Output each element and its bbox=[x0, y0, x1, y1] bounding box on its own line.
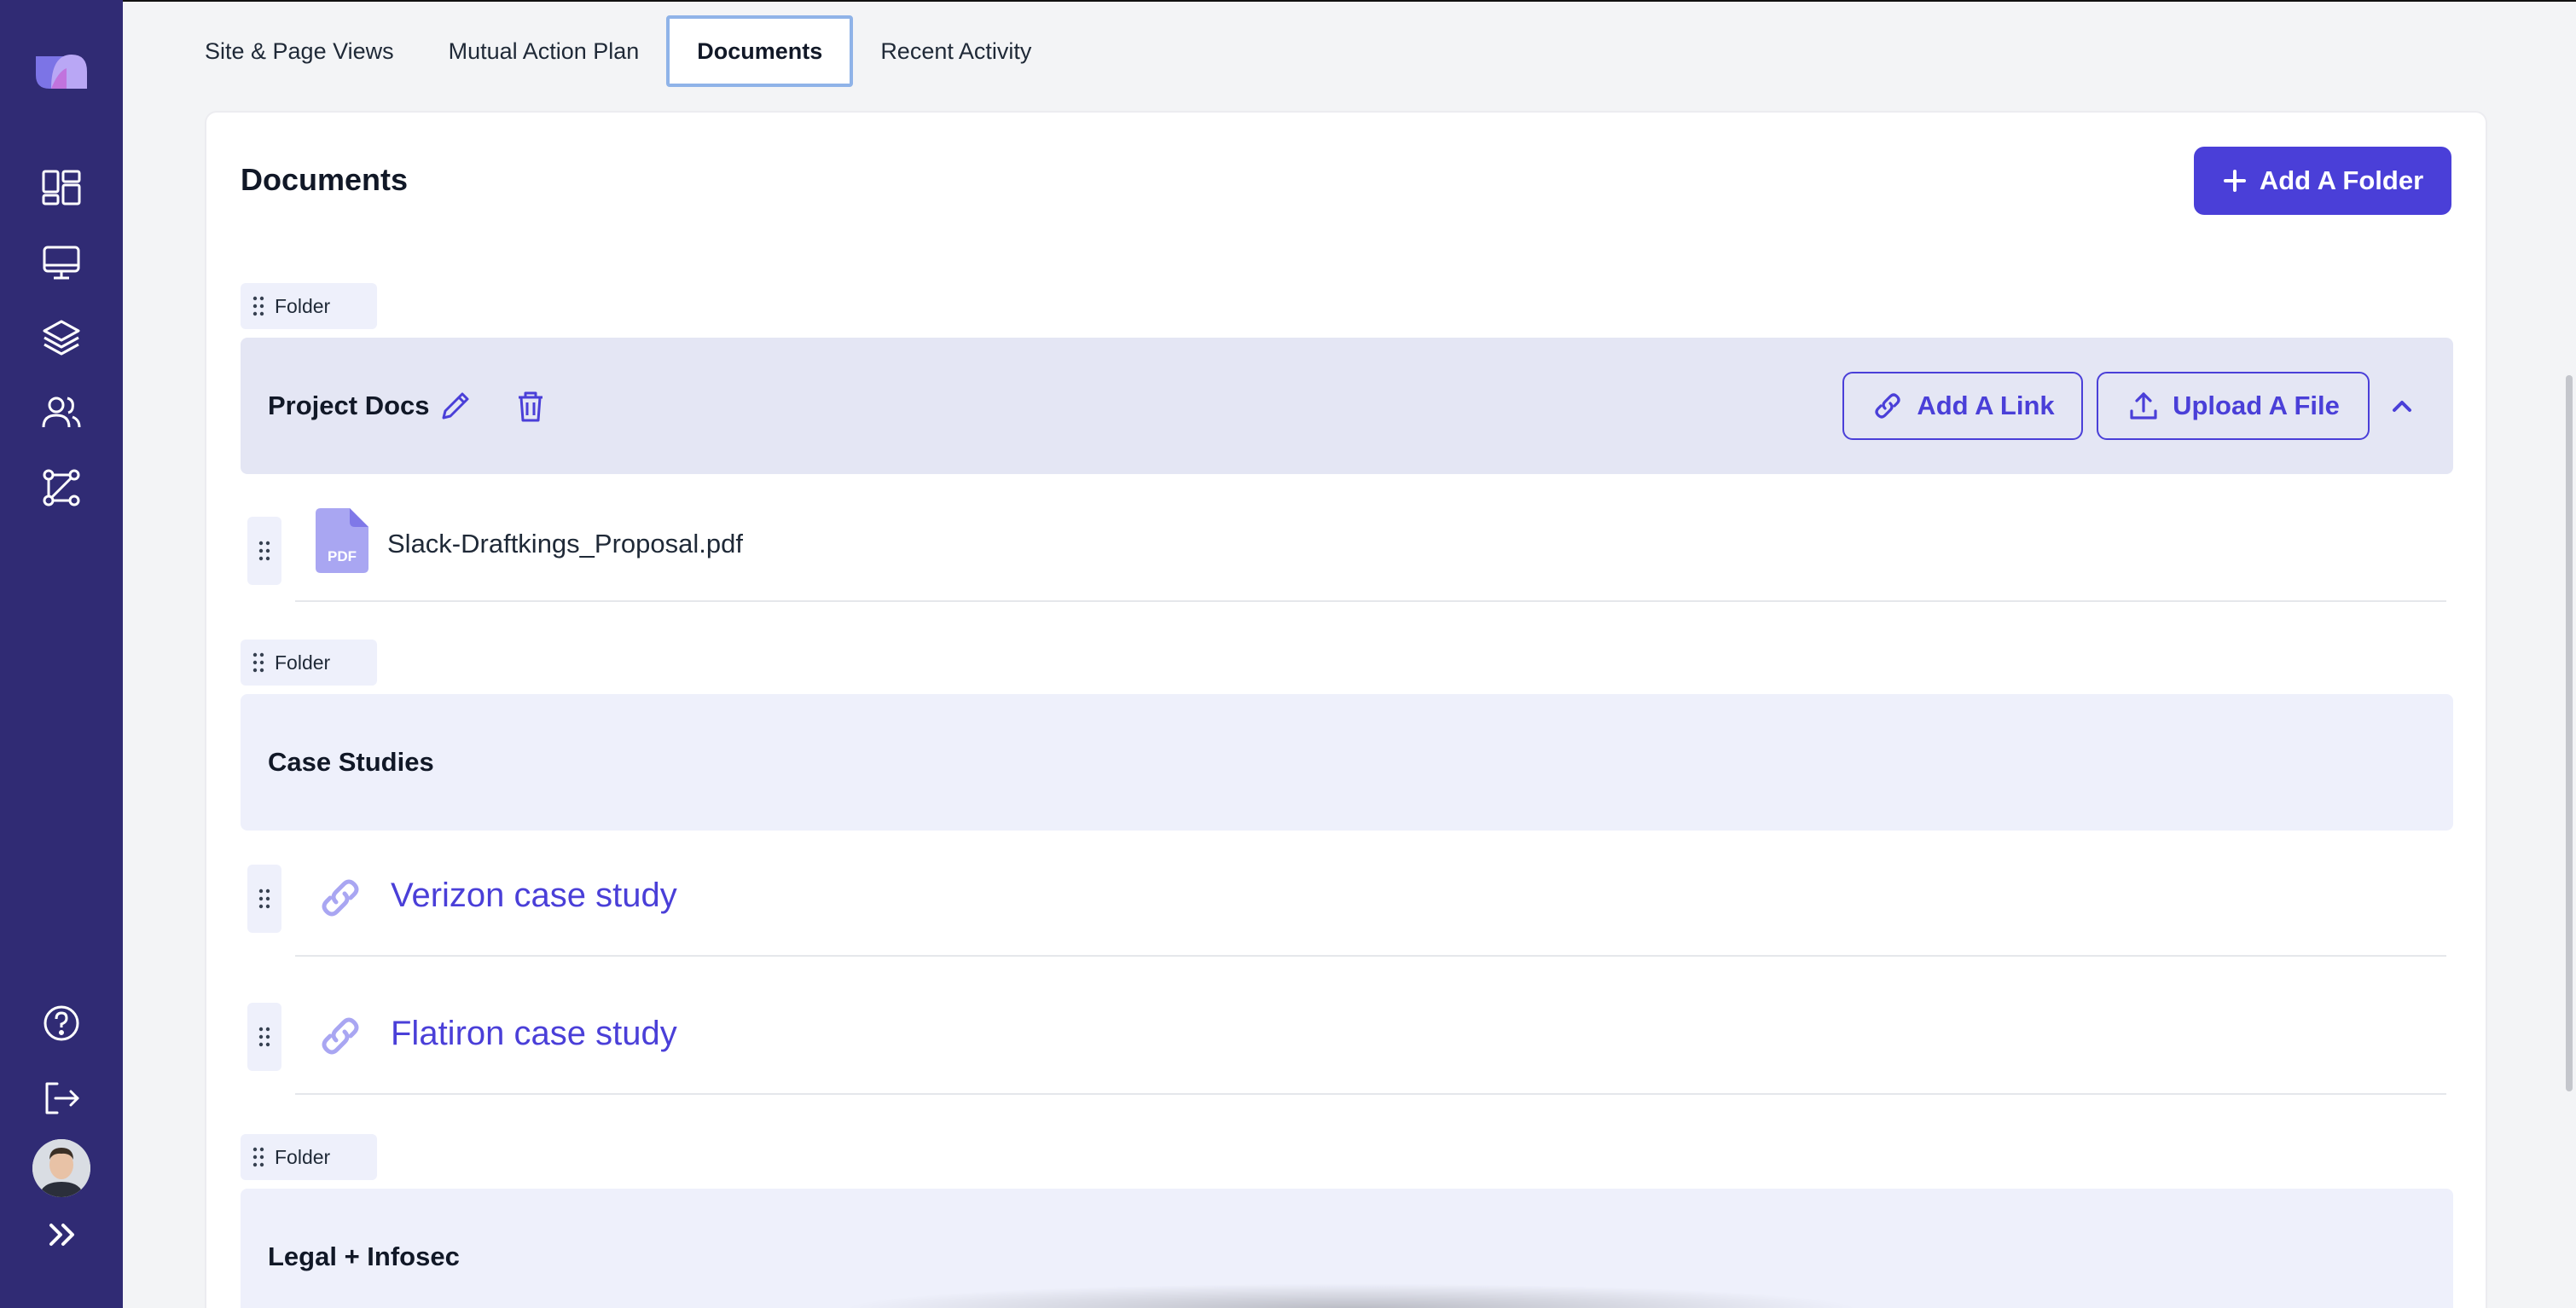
list-item[interactable]: PDF Slack-Draftkings_Proposal.pdf bbox=[241, 474, 2453, 602]
plus-icon bbox=[2223, 170, 2246, 192]
page-title: Documents bbox=[241, 162, 409, 197]
folder-tag-label: Folder bbox=[275, 294, 331, 317]
drag-handle-icon[interactable] bbox=[247, 517, 281, 585]
list-item[interactable]: Verizon case study bbox=[241, 831, 2453, 958]
tab-site-page-views[interactable]: Site & Page Views bbox=[205, 15, 421, 87]
folder-drag-handle[interactable]: Folder bbox=[241, 640, 377, 686]
drag-handle-icon bbox=[252, 296, 264, 316]
divider bbox=[295, 600, 2446, 602]
folder-name: Case Studies bbox=[268, 747, 434, 777]
tab-documents[interactable]: Documents bbox=[666, 15, 854, 87]
top-border bbox=[123, 0, 2576, 2]
main-content: Site & Page Views Mutual Action Plan Doc… bbox=[123, 0, 2576, 1308]
folder-name: Project Docs bbox=[268, 391, 430, 420]
expand-icon[interactable] bbox=[36, 1209, 87, 1260]
drag-handle-icon[interactable] bbox=[247, 865, 281, 933]
drag-handle-icon bbox=[252, 1147, 264, 1167]
list-item[interactable]: Flatiron case study bbox=[241, 969, 2453, 1097]
upload-file-label: Upload A File bbox=[2173, 391, 2340, 420]
pencil-icon[interactable] bbox=[430, 380, 481, 431]
sidebar bbox=[0, 0, 123, 1308]
monitor-icon[interactable] bbox=[36, 237, 87, 288]
folder-header[interactable]: Case Studies bbox=[241, 694, 2453, 831]
help-icon[interactable] bbox=[36, 998, 87, 1049]
tab-bar: Site & Page Views Mutual Action Plan Doc… bbox=[205, 15, 1059, 87]
add-folder-label: Add A Folder bbox=[2259, 165, 2424, 195]
folder-name: Legal + Infosec bbox=[268, 1241, 460, 1271]
layers-icon[interactable] bbox=[36, 312, 87, 363]
tab-mutual-action-plan[interactable]: Mutual Action Plan bbox=[421, 15, 667, 87]
add-link-button[interactable]: Add A Link bbox=[1842, 372, 2083, 440]
folder-header[interactable]: Project Docs Add A Link Upload A File bbox=[241, 338, 2453, 474]
documents-panel: Documents Add A Folder Folder Project Do… bbox=[205, 111, 2487, 1308]
floating-panel-shadow bbox=[839, 1283, 1863, 1308]
file-name[interactable]: Slack-Draftkings_Proposal.pdf bbox=[387, 529, 743, 559]
link-icon bbox=[322, 1017, 359, 1055]
workflow-icon[interactable] bbox=[36, 462, 87, 513]
add-folder-button[interactable]: Add A Folder bbox=[2194, 147, 2451, 215]
avatar[interactable] bbox=[32, 1139, 90, 1197]
tab-recent-activity[interactable]: Recent Activity bbox=[853, 15, 1059, 87]
trash-icon[interactable] bbox=[505, 380, 556, 431]
scrollbar[interactable] bbox=[2566, 375, 2573, 1091]
logout-icon[interactable] bbox=[36, 1073, 87, 1124]
link-icon bbox=[1875, 393, 1900, 419]
link-title[interactable]: Verizon case study bbox=[391, 877, 677, 915]
folder-drag-handle[interactable]: Folder bbox=[241, 283, 377, 329]
drag-handle-icon[interactable] bbox=[247, 1003, 281, 1071]
chevron-up-icon[interactable] bbox=[2385, 389, 2419, 423]
folder-drag-handle[interactable]: Folder bbox=[241, 1134, 377, 1180]
logo-icon[interactable] bbox=[32, 49, 90, 92]
link-icon bbox=[322, 879, 359, 917]
link-title[interactable]: Flatiron case study bbox=[391, 1015, 677, 1053]
add-link-label: Add A Link bbox=[1917, 391, 2055, 420]
svg-text:PDF: PDF bbox=[328, 548, 357, 564]
upload-icon bbox=[2130, 392, 2157, 420]
users-icon[interactable] bbox=[36, 387, 87, 438]
drag-handle-icon bbox=[252, 652, 264, 673]
folder-tag-label: Folder bbox=[275, 651, 331, 674]
upload-file-button[interactable]: Upload A File bbox=[2097, 372, 2370, 440]
divider bbox=[295, 955, 2446, 957]
dashboard-icon[interactable] bbox=[36, 162, 87, 213]
divider bbox=[295, 1093, 2446, 1095]
pdf-icon: PDF bbox=[316, 508, 368, 573]
folder-tag-label: Folder bbox=[275, 1145, 331, 1168]
